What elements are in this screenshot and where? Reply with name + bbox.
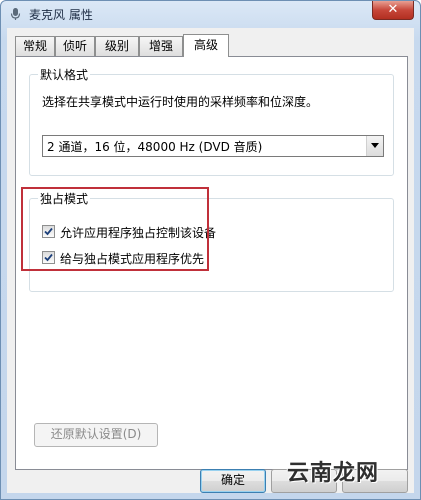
tab-levels[interactable]: 级别 bbox=[95, 36, 139, 56]
close-icon: ✕ bbox=[387, 2, 399, 17]
default-format-title: 默认格式 bbox=[38, 66, 91, 83]
default-format-group: 默认格式 bbox=[29, 66, 394, 176]
title-bar[interactable]: 麦克风 属性 ✕ bbox=[1, 1, 420, 27]
default-format-description: 选择在共享模式中运行时使用的采样频率和位深度。 bbox=[42, 95, 319, 109]
restore-defaults-button[interactable]: 还原默认设置(D) bbox=[34, 423, 158, 447]
tab-listen[interactable]: 侦听 bbox=[55, 36, 95, 56]
annotation-highlight-box bbox=[21, 187, 209, 271]
tab-enhancements[interactable]: 增强 bbox=[139, 36, 183, 56]
microphone-icon bbox=[10, 8, 21, 20]
properties-window: 麦克风 属性 ✕ 常规 侦听 级别 增强 高级 默认格式 选择在共享模式中运行时… bbox=[0, 0, 421, 500]
sample-format-select[interactable]: 2 通道，16 位，48000 Hz (DVD 音质) bbox=[42, 135, 384, 157]
sample-format-value: 2 通道，16 位，48000 Hz (DVD 音质) bbox=[47, 140, 263, 154]
ok-button[interactable]: 确定 bbox=[200, 469, 266, 493]
window-title: 麦克风 属性 bbox=[29, 8, 93, 22]
dialog-client: 常规 侦听 级别 增强 高级 默认格式 选择在共享模式中运行时使用的采样频率和位… bbox=[7, 28, 414, 493]
dropdown-arrow[interactable] bbox=[366, 136, 383, 156]
watermark-logo: 云南龙网 bbox=[287, 460, 380, 486]
tab-advanced[interactable]: 高级 bbox=[183, 34, 229, 57]
chevron-down-icon bbox=[371, 143, 379, 148]
tab-panel-advanced: 默认格式 选择在共享模式中运行时使用的采样频率和位深度。 2 通道，16 位，4… bbox=[15, 56, 408, 470]
tab-general[interactable]: 常规 bbox=[15, 36, 55, 56]
close-button[interactable]: ✕ bbox=[372, 1, 414, 20]
